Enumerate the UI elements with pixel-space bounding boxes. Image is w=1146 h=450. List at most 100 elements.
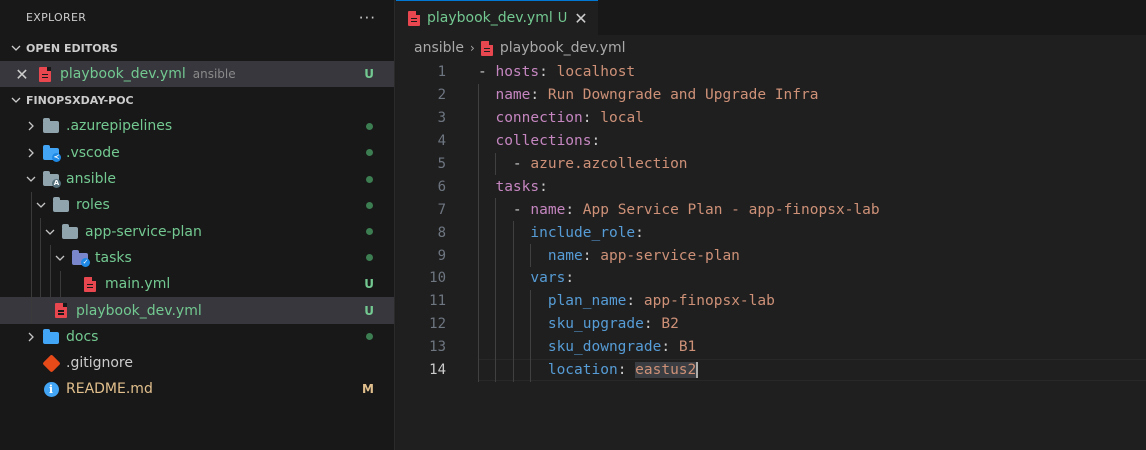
indent-guide	[495, 152, 497, 176]
status-badge: U	[364, 67, 374, 82]
tree-item-playbook-dev[interactable]: playbook_dev.yml U	[0, 297, 394, 324]
code-line[interactable]: 11 plan_name: app-finopsx-lab	[396, 290, 1146, 313]
tree-item-label: docs	[66, 328, 99, 345]
code-line[interactable]: 13 sku_downgrade: B1	[396, 336, 1146, 359]
line-number: 10	[429, 270, 446, 287]
code-text: - hosts: localhost	[478, 64, 636, 81]
code-line[interactable]: 10 vars:	[396, 267, 1146, 290]
code-editor[interactable]: 1 - hosts: localhost 2 name: Run Downgrade…	[396, 61, 1146, 382]
code-line[interactable]: 9 name: app-service-plan	[396, 244, 1146, 267]
line-number: 7	[437, 201, 446, 218]
chevron-down-icon	[6, 43, 26, 53]
code-line[interactable]: 3 connection: local	[396, 107, 1146, 130]
code-line[interactable]: 8 include_role:	[396, 221, 1146, 244]
explorer-header: EXPLORER ···	[0, 0, 394, 35]
tree-item-label: tasks	[95, 249, 132, 266]
tree-item-tasks[interactable]: ✓ tasks	[0, 244, 394, 272]
indent-guide	[530, 244, 532, 268]
ansible-folder-icon: A	[42, 171, 61, 189]
status-dot	[366, 201, 373, 209]
code-text: sku_downgrade: B1	[547, 339, 697, 356]
status-dot	[366, 333, 373, 341]
status-dot	[366, 149, 373, 157]
breadcrumb-folder[interactable]: ansible	[414, 40, 464, 56]
line-number: 2	[437, 87, 446, 104]
tree-item-azurepipelines[interactable]: .azurepipelines	[0, 113, 394, 139]
code-line[interactable]: 2 name: Run Downgrade and Upgrade Infra	[396, 84, 1146, 107]
code-text: include_role:	[530, 224, 644, 241]
yaml-file-icon	[408, 10, 420, 26]
code-line[interactable]: 14 location: eastus2	[396, 358, 1146, 382]
code-text: - azure.azcollection	[478, 156, 688, 172]
workspace-header[interactable]: FINOPSXDAY-POC	[0, 87, 394, 113]
status-badge: M	[362, 382, 374, 397]
open-editor-item[interactable]: ✕ playbook_dev.yml ansible U	[0, 61, 394, 88]
tree-item-label: README.md	[66, 381, 153, 398]
code-text: name: Run Downgrade and Upgrade Infra	[495, 87, 819, 104]
folder-open-icon	[52, 197, 70, 213]
git-icon	[41, 353, 61, 373]
code-text: connection: local	[495, 110, 644, 127]
tasks-folder-icon: ✓	[71, 249, 90, 267]
tree-item-label: main.yml	[105, 276, 171, 293]
code-line[interactable]: 5 - azure.azcollection	[396, 153, 1146, 176]
tree-item-ansible[interactable]: A ansible	[0, 166, 394, 192]
chevron-down-icon	[24, 175, 38, 183]
chevron-right-icon	[24, 148, 38, 158]
close-icon[interactable]: ✕	[574, 9, 587, 28]
editor-area: playbook_dev.yml U ✕ ansible › playbook_…	[396, 0, 1146, 450]
tree-item-label: roles	[76, 197, 110, 214]
tree-item-label: ansible	[66, 171, 117, 188]
tree-item-gitignore[interactable]: .gitignore	[0, 350, 394, 376]
tree-item-docs[interactable]: docs	[0, 324, 394, 350]
line-number: 12	[429, 316, 446, 333]
status-dot	[366, 254, 373, 262]
chevron-down-icon	[6, 95, 26, 105]
yaml-file-icon	[36, 66, 54, 82]
tree-item-label: app-service-plan	[85, 223, 202, 240]
code-line[interactable]: 12 sku_upgrade: B2	[396, 313, 1146, 336]
more-actions-icon[interactable]: ···	[359, 9, 376, 27]
status-dot	[366, 228, 373, 236]
tree-item-main-yml[interactable]: main.yml U	[0, 271, 394, 298]
folder-icon	[42, 118, 60, 134]
tree-item-label: .gitignore	[66, 355, 133, 372]
indent-guide	[478, 83, 479, 382]
line-number: 6	[437, 178, 446, 195]
status-badge: U	[364, 277, 374, 292]
status-badge: U	[364, 303, 374, 318]
yaml-file-icon	[52, 303, 70, 319]
indent-guide	[530, 290, 532, 382]
tree-item-app-service-plan[interactable]: app-service-plan	[0, 218, 394, 245]
close-icon[interactable]: ✕	[12, 65, 32, 84]
vscode-folder-icon: ≺	[42, 144, 61, 162]
tree-item-vscode[interactable]: ≺ .vscode	[0, 140, 394, 166]
code-text: plan_name: app-finopsx-lab	[547, 293, 775, 310]
chevron-right-icon: ›	[470, 41, 475, 55]
open-editors-title: OPEN EDITORS	[26, 41, 118, 55]
code-text: vars:	[530, 270, 575, 287]
line-number: 13	[429, 339, 446, 356]
line-number: 8	[437, 224, 446, 241]
tab-playbook-dev[interactable]: playbook_dev.yml U ✕	[396, 0, 598, 35]
line-number: 9	[437, 247, 446, 264]
info-icon: i	[42, 381, 60, 397]
tree-item-readme[interactable]: i README.md M	[0, 376, 394, 402]
code-line[interactable]: 7 - name: App Service Plan - app-finopsx…	[396, 198, 1146, 221]
code-line[interactable]: 1 - hosts: localhost	[396, 61, 1146, 84]
breadcrumb-file[interactable]: playbook_dev.yml	[500, 40, 626, 56]
open-editor-label: playbook_dev.yml	[60, 66, 186, 83]
line-number: 14	[429, 362, 446, 379]
code-line[interactable]: 4 collections:	[396, 130, 1146, 153]
code-text: collections:	[495, 133, 601, 150]
tree-item-roles[interactable]: roles	[0, 192, 394, 219]
line-number: 3	[437, 110, 446, 127]
code-text: tasks:	[495, 178, 548, 195]
chevron-down-icon	[34, 201, 48, 209]
chevron-right-icon	[24, 332, 38, 342]
open-editors-header[interactable]: OPEN EDITORS	[0, 35, 394, 61]
indent-guide	[495, 198, 497, 382]
code-line[interactable]: 6 tasks:	[396, 175, 1146, 198]
code-text: sku_upgrade: B2	[547, 316, 679, 333]
breadcrumb: ansible › playbook_dev.yml	[396, 35, 1146, 61]
